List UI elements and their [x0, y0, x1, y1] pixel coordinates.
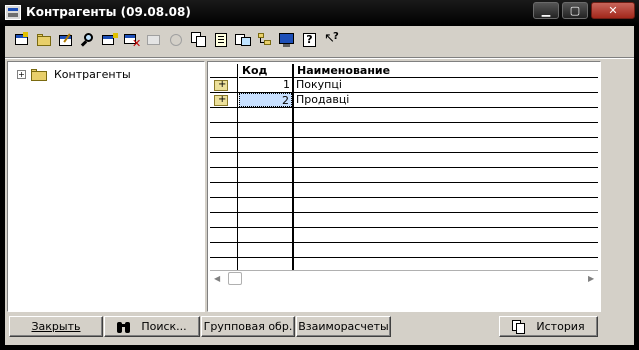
group-folder-icon: [214, 79, 228, 91]
minimize-button[interactable]: ▁: [533, 2, 559, 19]
close-button[interactable]: Закрыть: [9, 316, 103, 337]
group-tree[interactable]: + Контрагенты: [7, 61, 205, 312]
tree-expand-button[interactable]: +: [17, 70, 26, 79]
table-cell-name[interactable]: Покупці: [296, 78, 596, 92]
grid-row-line: [210, 167, 598, 168]
search-button[interactable]: Поиск...: [104, 316, 200, 337]
grid-row-line: [210, 107, 598, 108]
tree-toggle-icon[interactable]: [257, 32, 273, 48]
client-area: ✕ ? ↖ ? + Контрагенты Код Наименование +…: [5, 26, 634, 345]
header-icon-column: [210, 64, 238, 78]
close-window-button[interactable]: ✕: [591, 2, 635, 19]
scroll-left-icon[interactable]: ◀: [214, 274, 220, 283]
column-header-code[interactable]: Код: [239, 64, 293, 78]
grid-row-line: [210, 197, 598, 198]
paste-icon[interactable]: [213, 32, 229, 48]
mutual-settlements-label: Взаиморасчеты: [298, 320, 389, 333]
grid-row-line: [210, 242, 598, 243]
grid-row-line: [210, 182, 598, 183]
new-record-icon[interactable]: [14, 32, 30, 48]
mutual-settlements-button[interactable]: Взаиморасчеты: [296, 316, 391, 337]
toolbar: ✕ ? ↖ ?: [5, 26, 634, 56]
scroll-right-icon[interactable]: ▶: [588, 274, 594, 283]
new-folder-icon[interactable]: [36, 32, 52, 48]
help-icon[interactable]: ?: [302, 32, 318, 48]
find-icon[interactable]: [80, 32, 96, 48]
grid-row-line: [210, 257, 598, 258]
history-button[interactable]: История: [499, 316, 598, 337]
list-mode-icon[interactable]: [279, 32, 295, 48]
grid-row-line: [210, 227, 598, 228]
history-button-label: История: [536, 320, 585, 333]
folder-icon: [31, 69, 47, 81]
tree-root-label[interactable]: Контрагенты: [52, 67, 133, 82]
grid-row-line: [210, 212, 598, 213]
delete-icon[interactable]: ✕: [124, 32, 141, 49]
move-icon[interactable]: [235, 32, 251, 48]
binoculars-icon: [117, 320, 131, 334]
history-icon: [512, 319, 526, 334]
search-button-label: Поиск...: [141, 320, 187, 333]
toolbar-separator: [5, 57, 634, 59]
disabled-icon-1[interactable]: [146, 32, 162, 48]
grid-row-line: [210, 152, 598, 153]
copy-icon[interactable]: [191, 32, 207, 48]
grid-row-line: [210, 122, 598, 123]
table-cell-code-selected[interactable]: 2: [239, 93, 292, 107]
table-cell-code[interactable]: 1: [239, 78, 292, 92]
column-header-name[interactable]: Наименование: [294, 64, 598, 78]
context-help-icon[interactable]: ↖ ?: [324, 32, 340, 48]
app-icon[interactable]: [5, 5, 21, 20]
records-grid[interactable]: Код Наименование 1 Покупці 2 Продавці ▲ …: [207, 61, 601, 312]
close-button-label: Закрыть: [31, 320, 81, 333]
grid-row-line: [210, 92, 598, 93]
table-cell-name[interactable]: Продавці: [296, 93, 596, 107]
title-bar[interactable]: Контрагенты (09.08.08) ▁ ▢ ✕: [0, 0, 639, 25]
application-window: Контрагенты (09.08.08) ▁ ▢ ✕ ✕ ? ↖ ? + К…: [0, 0, 639, 350]
group-processing-label: Групповая обр.: [203, 320, 293, 333]
window-title: Контрагенты (09.08.08): [26, 5, 191, 19]
group-folder-icon: [214, 94, 228, 106]
group-processing-button[interactable]: Групповая обр.: [201, 316, 295, 337]
grid-row-line: [210, 137, 598, 138]
vertical-scrollbar[interactable]: ▲ ▼: [599, 64, 601, 272]
status-strip: [5, 342, 634, 345]
horizontal-scrollbar[interactable]: ◀ ▶: [210, 270, 598, 286]
edit-icon[interactable]: [58, 32, 74, 48]
new-copy-icon[interactable]: [102, 32, 118, 48]
disabled-icon-2[interactable]: [168, 32, 184, 48]
maximize-button[interactable]: ▢: [562, 2, 588, 19]
vertical-scroll-thumb[interactable]: [600, 232, 601, 246]
horizontal-scroll-thumb[interactable]: [228, 272, 242, 285]
